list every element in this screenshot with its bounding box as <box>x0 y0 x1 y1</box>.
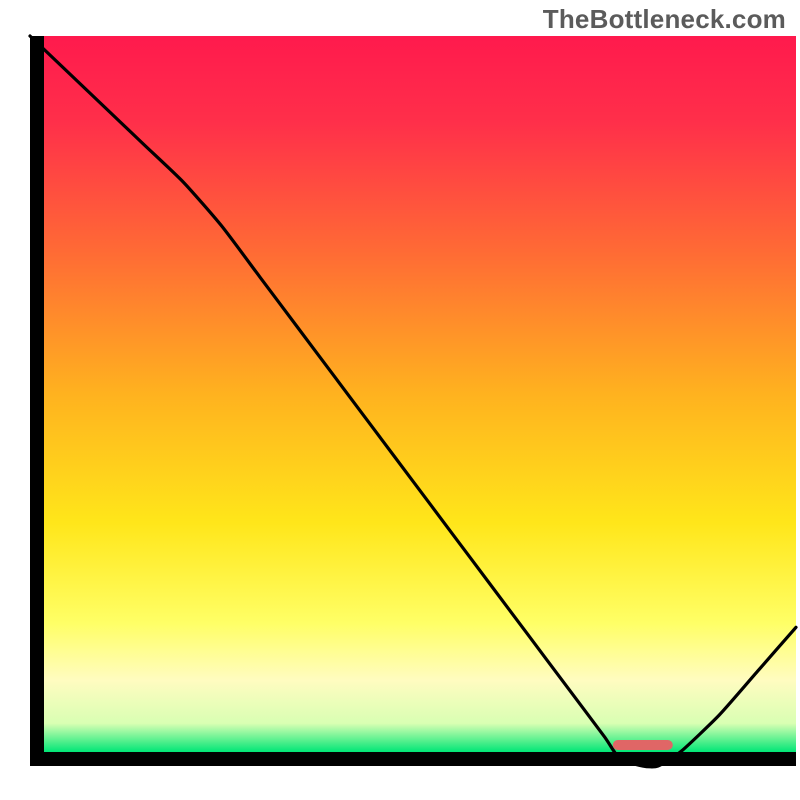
chart-frame: TheBottleneck.com <box>0 0 800 800</box>
plot-background <box>44 36 796 752</box>
optimal-marker <box>613 740 673 750</box>
y-axis <box>30 36 44 766</box>
x-axis <box>30 752 796 766</box>
bottleneck-curve-chart <box>0 0 800 800</box>
